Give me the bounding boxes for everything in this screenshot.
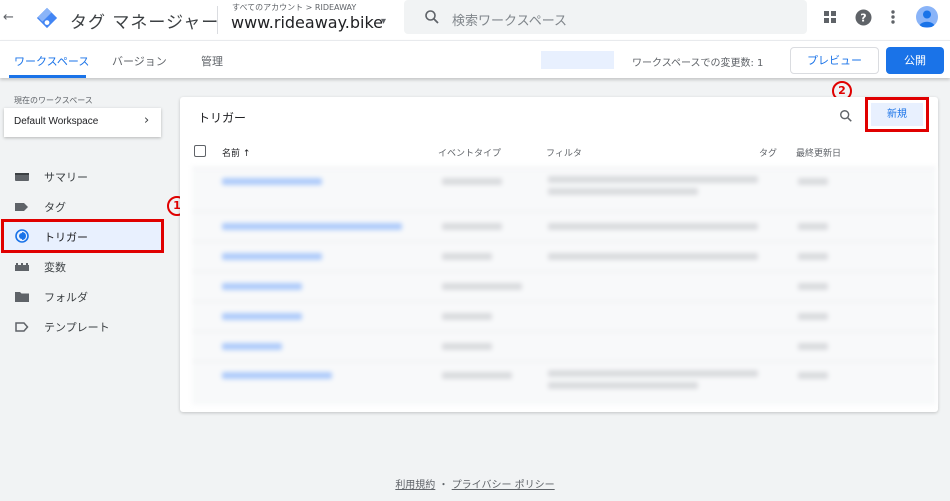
sidebar-item-label: フォルダ: [44, 291, 88, 304]
preview-button[interactable]: プレビュー: [790, 47, 879, 74]
column-header-name[interactable]: 名前 ↑: [222, 146, 250, 159]
sidebar-item-label: トリガー: [44, 231, 88, 244]
more-vert-icon[interactable]: [890, 9, 896, 25]
sidebar-item-tags[interactable]: タグ: [4, 192, 161, 220]
back-arrow-icon[interactable]: ←: [3, 10, 14, 25]
workspace-name: Default Workspace: [14, 116, 99, 127]
folder-icon: [15, 292, 29, 302]
header-divider: [217, 6, 218, 34]
apps-grid-icon[interactable]: [822, 9, 838, 25]
template-icon: [15, 322, 29, 332]
column-header-filter[interactable]: フィルタ: [546, 146, 582, 159]
sidebar-item-overview[interactable]: サマリー: [4, 162, 161, 190]
new-trigger-highlight: 新規: [865, 97, 929, 132]
trigger-icon: [15, 229, 29, 243]
help-icon[interactable]: ?: [855, 9, 872, 26]
sidebar-item-label: テンプレート: [44, 321, 110, 334]
chevron-right-icon: ›: [144, 113, 150, 128]
tab-admin[interactable]: 管理: [201, 53, 223, 69]
table-row[interactable]: [192, 301, 936, 331]
sidebar-item-triggers[interactable]: トリガー: [1, 219, 164, 253]
sidebar-item-variables[interactable]: 変数: [4, 252, 161, 280]
column-header-event-type[interactable]: イベントタイプ: [438, 146, 501, 159]
column-header-last-modified[interactable]: 最終更新日: [796, 146, 841, 159]
table-row[interactable]: [192, 331, 936, 361]
tag-icon: [15, 203, 28, 211]
tab-workspace[interactable]: ワークスペース: [14, 53, 89, 69]
table-row[interactable]: [192, 241, 936, 271]
tab-versions[interactable]: バージョン: [112, 53, 167, 69]
gtm-logo-icon[interactable]: [36, 7, 58, 29]
sidebar-item-label: タグ: [44, 201, 66, 214]
workspace-changes-count: ワークスペースでの変更数: 1: [632, 58, 764, 69]
search-icon: [425, 10, 439, 24]
workspace-search-input[interactable]: 検索ワークスペース: [404, 0, 807, 34]
account-breadcrumb[interactable]: すべてのアカウント > RIDEAWAY: [232, 2, 356, 13]
table-row[interactable]: [192, 271, 936, 301]
sidebar-item-templates[interactable]: テンプレート: [4, 312, 161, 340]
publish-button[interactable]: 公開: [886, 47, 944, 74]
card-title: トリガー: [198, 111, 247, 125]
product-name: タグ マネージャー: [70, 13, 220, 33]
search-placeholder: 検索ワークスペース: [452, 14, 568, 29]
select-all-checkbox[interactable]: [194, 145, 206, 157]
search-icon[interactable]: [839, 109, 853, 123]
workspace-tab-bar: ワークスペース バージョン 管理 ワークスペースでの変更数: 1 プレビュー 公…: [0, 40, 950, 78]
svg-text:?: ?: [860, 12, 866, 25]
column-header-tags[interactable]: タグ: [759, 146, 777, 159]
new-trigger-button[interactable]: 新規: [871, 103, 923, 126]
overview-icon: [15, 173, 29, 181]
table-row[interactable]: [192, 167, 936, 211]
table-row[interactable]: [192, 211, 936, 241]
triggers-card: トリガー 新規 名前 ↑ イベントタイプ フィルタ タグ 最終更新日: [180, 97, 938, 412]
caret-down-icon[interactable]: ▾: [381, 16, 386, 27]
footer-separator: ・: [438, 480, 449, 491]
trigger-list-blurred: [192, 167, 936, 405]
sidebar-item-label: 変数: [44, 261, 66, 274]
container-selector[interactable]: www.rideaway.bike: [231, 13, 383, 32]
active-tab-indicator: [9, 75, 86, 78]
variables-icon: [15, 263, 29, 271]
page-footer: 利用規約 ・ プライバシー ポリシー: [0, 476, 950, 491]
table-row[interactable]: [192, 361, 936, 405]
sidebar-item-label: サマリー: [44, 171, 88, 184]
top-app-bar: ← タグ マネージャー すべてのアカウント > RIDEAWAY www.rid…: [0, 0, 950, 40]
privacy-link[interactable]: プライバシー ポリシー: [452, 480, 555, 491]
current-workspace-label: 現在のワークスペース: [14, 96, 93, 105]
sidebar-item-folders[interactable]: フォルダ: [4, 282, 161, 310]
workspace-status-chip: [541, 51, 614, 69]
account-avatar-icon[interactable]: [916, 6, 938, 28]
workspace-selector[interactable]: Default Workspace ›: [4, 108, 161, 137]
terms-link[interactable]: 利用規約: [395, 480, 435, 491]
